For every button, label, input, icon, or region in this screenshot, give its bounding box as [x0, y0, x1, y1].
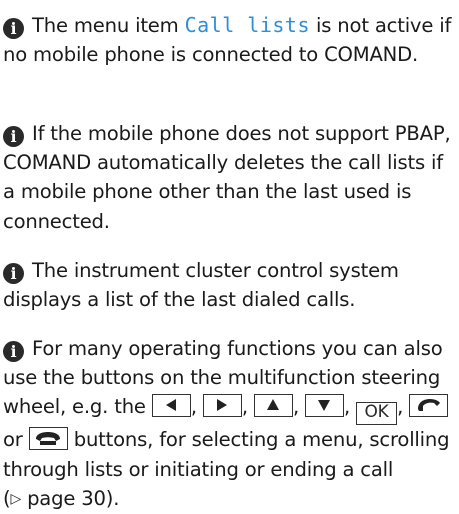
info-icon: i — [3, 341, 24, 362]
left-arrow-button-icon — [151, 394, 191, 418]
note-call-lists: i The menu item Call lists is not active … — [3, 11, 457, 69]
phone-pickup-button-icon — [409, 394, 449, 418]
note-3-text: The instrument cluster control system di… — [3, 259, 399, 312]
page-reference[interactable]: page 30 — [27, 487, 106, 510]
note-4-or-label: or — [3, 428, 23, 452]
note-steering-wheel-buttons: i For many operating functions you can al… — [3, 337, 450, 510]
menu-item-call-lists: Call lists — [184, 13, 310, 37]
note-pbap: i If the mobile phone does not support PB… — [3, 119, 457, 236]
phone-hangup-button-icon — [28, 427, 68, 451]
note-instrument-cluster: i The instrument cluster control system d… — [3, 256, 457, 314]
ok-button: OK — [356, 402, 398, 426]
note-2-text: If the mobile phone does not support PBA… — [3, 122, 451, 233]
down-arrow-button-icon — [305, 394, 345, 418]
info-icon: i — [3, 18, 24, 39]
page-reference-arrow-icon: ▷ — [10, 490, 22, 507]
info-icon: i — [3, 263, 24, 284]
right-arrow-button-icon — [202, 394, 242, 418]
info-icon: i — [3, 126, 24, 147]
note-4-text-part3: ). — [105, 486, 120, 510]
up-arrow-button-icon — [253, 394, 293, 418]
note-1-text-before: The menu item — [32, 14, 179, 37]
